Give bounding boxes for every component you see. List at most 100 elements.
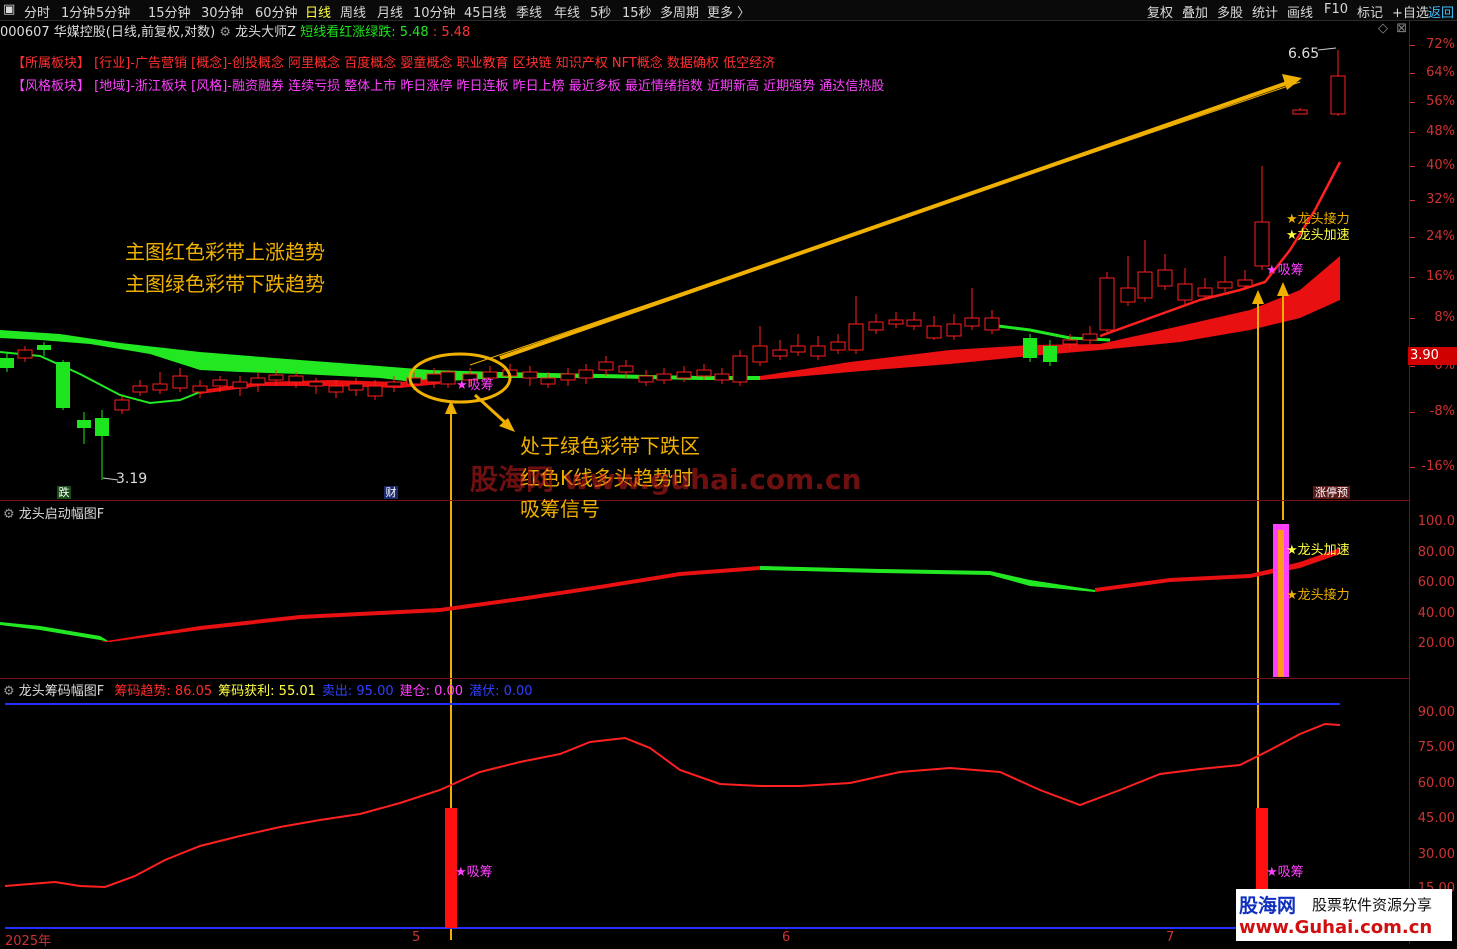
candle-body: [288, 375, 304, 383]
price-axis-tick: -16%: [1421, 459, 1455, 474]
high-marker: [1317, 47, 1337, 51]
launch-band-green-mid: [760, 566, 1095, 592]
candle-body: [714, 373, 730, 381]
chip-axis-tick: 75.00: [1417, 740, 1455, 755]
event-marker-zhangting[interactable]: 涨停预: [1313, 486, 1350, 499]
brand-logo: 股海网 股票软件资源分享 www.Guhai.com.cn: [1236, 889, 1452, 941]
panel2-header: ⚙ 龙头启动幅图F: [3, 503, 104, 522]
signal-xichou-right: ★吸筹: [1266, 263, 1304, 278]
candle-body: [618, 365, 634, 373]
price-axis-tick: 72%: [1426, 37, 1455, 52]
event-marker-die[interactable]: 跌: [57, 486, 71, 499]
candle-body: [888, 319, 904, 325]
candle-body: [367, 385, 383, 397]
panel2-gear-icon[interactable]: ⚙: [3, 507, 15, 522]
candle-body: [37, 345, 51, 350]
candle-body: [906, 319, 922, 327]
date-label: 6: [782, 930, 791, 945]
price-axis-tick: 48%: [1426, 124, 1455, 139]
candle-body: [984, 317, 1000, 331]
candle-body: [1023, 338, 1037, 358]
candle-body: [95, 418, 109, 436]
annotation-note-1: 处于绿色彩带下跌区: [520, 434, 700, 458]
price-axis-tick: 24%: [1426, 229, 1455, 244]
brand-slogan: 股票软件资源分享: [1312, 896, 1433, 914]
candle-body: [1197, 287, 1213, 297]
launch-band-green-left: [0, 622, 110, 642]
panel3-value-0: 筹码趋势: 86.05: [114, 684, 213, 699]
brand-url: www.Guhai.com.cn: [1239, 917, 1433, 938]
watermark: 股海网 www.guhai.com.cn: [470, 463, 862, 496]
annotation-green-band: 主图绿色彩带下跌趋势: [125, 272, 325, 296]
candle-body: [926, 325, 942, 339]
candle-body: [0, 358, 14, 368]
candle-body: [440, 371, 456, 385]
launch-signal-bar-inner: [1278, 530, 1284, 677]
candle-body: [328, 385, 344, 393]
candle-body: [152, 383, 168, 391]
candle-body: [1120, 287, 1136, 303]
chip-axis-tick: 45.00: [1417, 811, 1455, 826]
candle-body: [790, 345, 806, 353]
candle-body: [772, 349, 788, 357]
event-marker-cai[interactable]: 财: [384, 486, 398, 499]
panel2-title[interactable]: 龙头启动幅图F: [19, 507, 104, 522]
launch-axis-tick: 40.00: [1417, 606, 1455, 621]
chip-axis-tick: 30.00: [1417, 847, 1455, 862]
candle-body: [946, 323, 962, 337]
panel3-header: ⚙ 龙头筹码幅图F 筹码趋势: 86.05 筹码获利: 55.01 卖出: 95.0…: [3, 680, 533, 699]
launch-axis-tick: 20.00: [1417, 636, 1455, 651]
signal-jiasu-p2: ★龙头加速: [1286, 543, 1350, 558]
candle-body: [212, 379, 228, 387]
high-price-label: 6.65: [1288, 46, 1320, 62]
launch-axis-tick: 80.00: [1417, 545, 1455, 560]
date-label: 5: [412, 930, 421, 945]
candle-body: [732, 355, 748, 383]
candle-body: [1099, 277, 1115, 331]
toolbar-right-8[interactable]: 返回: [1428, 2, 1454, 21]
candle-body: [1137, 271, 1153, 299]
chip-axis-tick: 90.00: [1417, 705, 1455, 720]
panel3-value-3: 建仓: 0.00: [399, 684, 464, 699]
annotation-red-band: 主图红色彩带上涨趋势: [125, 240, 325, 264]
candle-body: [1217, 281, 1233, 289]
candle-body: [868, 321, 884, 331]
candle-body: [1237, 279, 1253, 287]
candle-body: [1082, 333, 1098, 341]
signal-xichou-main: ★吸筹: [456, 378, 494, 393]
candle-body: [1043, 346, 1057, 362]
candle-body: [656, 373, 672, 381]
candle-body: [386, 381, 402, 387]
signal-jieli-p2: ★龙头接力: [1286, 588, 1350, 603]
panel3-value-1: 筹码获利: 55.01: [218, 684, 316, 699]
note-arrow: [473, 393, 510, 427]
candle-body: [132, 385, 148, 393]
candle-body: [560, 373, 576, 381]
thin-guide-line: [469, 81, 1301, 366]
price-axis-tick: 64%: [1426, 65, 1455, 80]
candle-body: [268, 374, 284, 381]
candle-body: [598, 361, 614, 371]
candle-body: [810, 345, 826, 357]
candle-body: [752, 345, 768, 363]
vertical-arrow-right-2-head: [1277, 282, 1289, 296]
signal-xichou-p3-right: ★吸筹: [1266, 865, 1304, 880]
candle-body: [964, 317, 980, 327]
price-axis-tick: 16%: [1426, 269, 1455, 284]
candle-body: [848, 323, 864, 351]
price-axis-tick: 32%: [1426, 192, 1455, 207]
chip-trend-line: [4, 722, 1341, 889]
price-axis-tick: 8%: [1434, 310, 1455, 325]
candle-body: [830, 341, 846, 351]
panel-divider-1: [0, 500, 1410, 501]
launch-axis-tick: 100.0: [1417, 514, 1455, 529]
panel3-gear-icon[interactable]: ⚙: [3, 684, 15, 699]
candle-body: [522, 371, 538, 379]
candle-body: [676, 371, 692, 379]
candle-body: [232, 381, 248, 389]
date-label: 7: [1166, 930, 1175, 945]
candle-body: [77, 420, 91, 428]
vertical-arrow-right-1-head: [1252, 290, 1264, 304]
panel3-title[interactable]: 龙头筹码幅图F: [19, 684, 104, 699]
price-axis-tick: -8%: [1429, 404, 1455, 419]
